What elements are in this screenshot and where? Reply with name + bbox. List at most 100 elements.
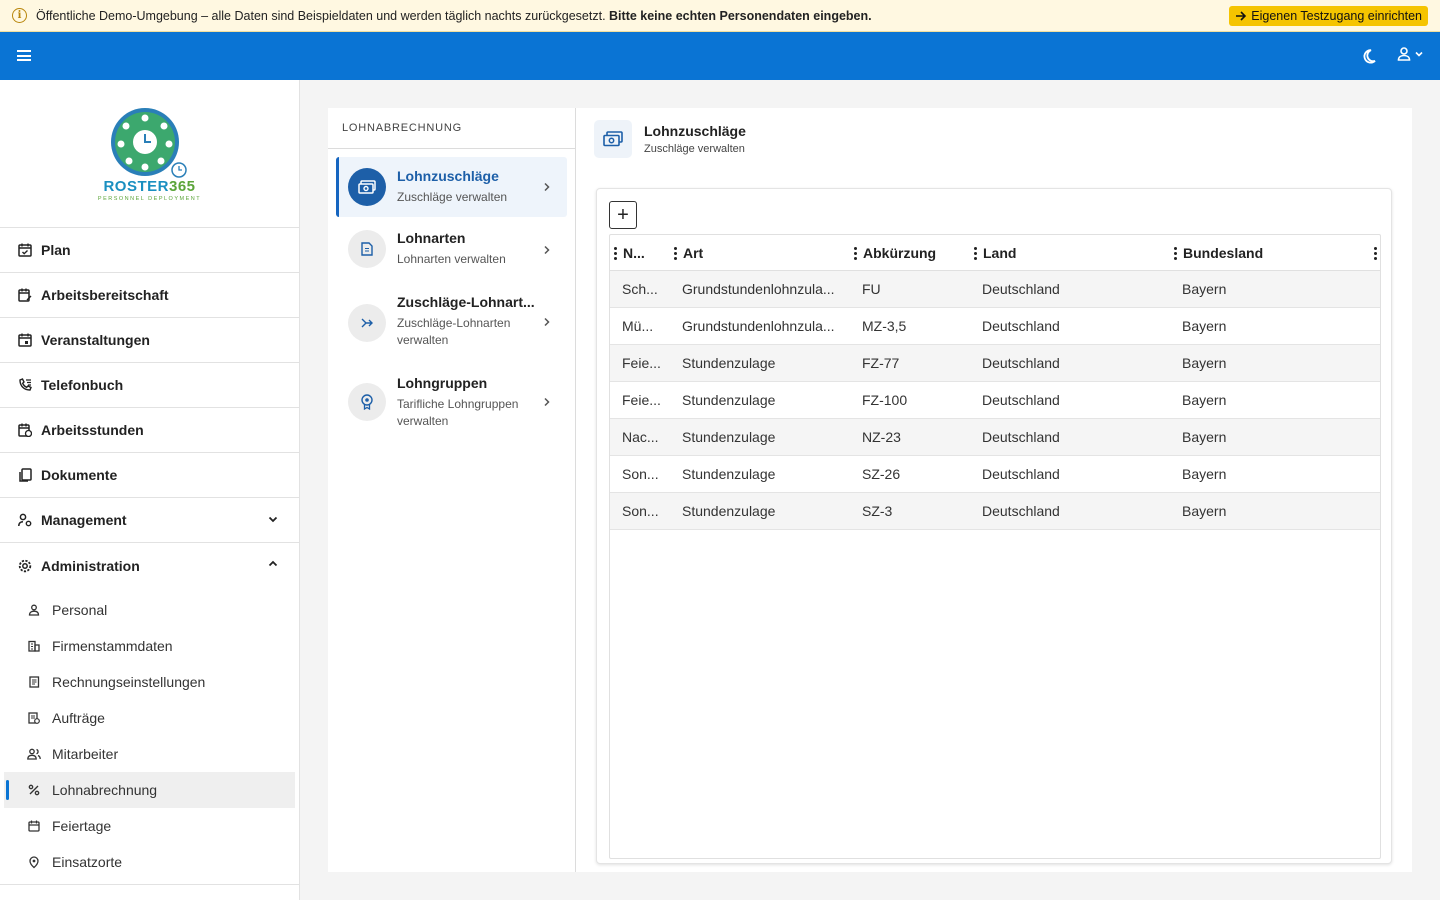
sidebar-item-management[interactable]: Management <box>0 498 299 543</box>
sidebar-item-arbeitsbereitschaft[interactable]: Arbeitsbereitschaft <box>0 273 299 318</box>
cell-art: Stundenzulage <box>682 503 776 519</box>
cell-land: Deutschland <box>982 355 1060 371</box>
cell-bundesland: Bayern <box>1182 281 1227 297</box>
sidebar-item-label: Management <box>41 512 127 528</box>
building-icon <box>27 639 41 653</box>
chevron-right-icon <box>544 182 550 192</box>
money-icon <box>594 120 632 158</box>
column-header-art[interactable]: Art <box>674 235 703 271</box>
sidebar-item-lohnabrechnung[interactable]: Lohnabrechnung <box>4 772 295 808</box>
user-menu-button[interactable] <box>1396 44 1428 64</box>
column-header-name[interactable]: N... <box>614 235 645 271</box>
menu-icon[interactable] <box>17 50 31 62</box>
subnav-item-lohnzuschlaege[interactable]: Lohnzuschläge Zuschläge verwalten <box>336 157 567 217</box>
column-menu-icon[interactable] <box>974 246 977 260</box>
user-icon <box>1397 47 1411 61</box>
add-button[interactable]: + <box>609 201 637 229</box>
user-gear-icon <box>17 512 33 528</box>
calendar-icon <box>17 332 33 348</box>
subnav-item-zuschlaege-lohnarten[interactable]: Zuschläge-Lohnart... Zuschläge-Lohnarten… <box>336 294 567 354</box>
subnav-item-lohngruppen[interactable]: Lohngruppen Tarifliche Lohngruppen verwa… <box>336 375 567 435</box>
cell-art: Stundenzulage <box>682 355 776 371</box>
table-row[interactable]: Feie... Stundenzulage FZ-100 Deutschland… <box>610 382 1380 419</box>
chevron-down-icon <box>1415 51 1423 57</box>
cell-abkuerzung: SZ-3 <box>862 503 893 519</box>
cell-art: Grundstundenlohnzula... <box>682 318 835 334</box>
administration-submenu: Personal Firmenstammdaten Rechnungseinst… <box>0 588 299 880</box>
column-menu-icon[interactable] <box>854 246 857 260</box>
column-menu-icon[interactable] <box>614 246 617 260</box>
subnav-item-subtitle: Zuschläge verwalten <box>397 190 508 204</box>
sidebar-item-feiertage[interactable]: Feiertage <box>4 808 295 844</box>
banner-message: Öffentliche Demo-Umgebung – alle Daten s… <box>36 9 872 23</box>
content-header: Lohnzuschläge Zuschläge verwalten <box>594 120 746 158</box>
cell-art: Grundstundenlohnzula... <box>682 281 835 297</box>
cell-abkuerzung: FZ-77 <box>862 355 900 371</box>
cell-bundesland: Bayern <box>1182 466 1227 482</box>
chevron-right-icon <box>544 317 550 327</box>
sidebar-item-plan[interactable]: Plan <box>0 228 299 273</box>
logo: ROSTER365 PERSONNEL DEPLOYMENT <box>0 80 299 228</box>
subnav-item-title: Lohngruppen <box>397 375 488 391</box>
documents-icon <box>17 467 33 483</box>
table-row[interactable]: Feie... Stundenzulage FZ-77 Deutschland … <box>610 345 1380 382</box>
sidebar-item-firmenstammdaten[interactable]: Firmenstammdaten <box>4 628 295 664</box>
sidebar-item-mitarbeiter[interactable]: Mitarbeiter <box>4 736 295 772</box>
column-header-bundesland[interactable]: Bundesland <box>1174 235 1263 271</box>
sidebar-item-dokumente[interactable]: Dokumente <box>0 453 299 498</box>
sidebar-item-arbeitsstunden[interactable]: Arbeitsstunden <box>0 408 299 453</box>
cell-land: Deutschland <box>982 281 1060 297</box>
moon-icon[interactable] <box>1360 47 1378 65</box>
table-row[interactable]: Mü... Grundstundenlohnzula... MZ-3,5 Deu… <box>610 308 1380 345</box>
sidebar-item-einsatzorte[interactable]: Einsatzorte <box>4 844 295 880</box>
sidebar-item-veranstaltungen[interactable]: Veranstaltungen <box>0 318 299 363</box>
sidebar-item-label: Veranstaltungen <box>41 332 150 348</box>
gear-icon <box>17 558 33 574</box>
logo-icon <box>110 107 187 178</box>
sidebar-item-label: Plan <box>41 242 71 258</box>
sidebar-item-rechnungseinstellungen[interactable]: Rechnungseinstellungen <box>4 664 295 700</box>
cell-bundesland: Bayern <box>1182 318 1227 334</box>
sidebar-item-label: Dokumente <box>41 467 118 483</box>
cell-land: Deutschland <box>982 429 1060 445</box>
table-row[interactable]: Son... Stundenzulage SZ-3 Deutschland Ba… <box>610 493 1380 530</box>
sidebar-item-personal[interactable]: Personal <box>4 592 295 628</box>
sidebar-item-label: Firmenstammdaten <box>52 638 173 654</box>
subnav-item-subtitle: Zuschläge-Lohnarten verwalten <box>397 316 511 347</box>
surcharges-table: N... Art Abkürzung Land Bundesland Sch..… <box>609 234 1381 859</box>
table-row[interactable]: Sch... Grundstundenlohnzula... FU Deutsc… <box>610 271 1380 308</box>
badge-icon <box>348 383 386 421</box>
subnav-item-title: Lohnarten <box>397 230 466 246</box>
subnav-item-title: Zuschläge-Lohnart... <box>397 294 535 310</box>
people-icon <box>27 747 41 761</box>
holiday-icon <box>27 819 41 833</box>
info-icon: i <box>12 8 27 23</box>
sidebar-item-auftraege[interactable]: Aufträge <box>4 700 295 736</box>
column-header-land[interactable]: Land <box>974 235 1016 271</box>
column-menu-icon[interactable] <box>1174 246 1177 260</box>
logo-tagline: PERSONNEL DEPLOYMENT <box>97 195 202 202</box>
cell-abkuerzung: NZ-23 <box>862 429 901 445</box>
table-row[interactable]: Nac... Stundenzulage NZ-23 Deutschland B… <box>610 419 1380 456</box>
location-icon <box>27 855 41 869</box>
column-header-abkuerzung[interactable]: Abkürzung <box>854 235 936 271</box>
sidebar-item-telefonbuch[interactable]: Telefonbuch <box>0 363 299 408</box>
cta-label: Eigenen Testzugang einrichten <box>1251 9 1422 23</box>
sidebar-item-label: Administration <box>41 557 140 574</box>
subnav-item-subtitle: Tarifliche Lohngruppen verwalten <box>397 397 519 428</box>
sidebar-item-label: Feiertage <box>52 818 112 834</box>
column-menu-icon[interactable] <box>674 246 677 260</box>
sidebar-item-label: Personal <box>52 602 108 618</box>
column-menu-icon[interactable] <box>1374 235 1380 271</box>
cell-name: Mü... <box>622 318 654 334</box>
surcharges-card: + N... Art Abkürzung Land Bundesland Sch… <box>596 188 1392 864</box>
cell-abkuerzung: MZ-3,5 <box>862 318 907 334</box>
cell-name: Son... <box>622 466 659 482</box>
sidebar-item-label: Telefonbuch <box>41 377 124 393</box>
create-test-account-button[interactable]: Eigenen Testzugang einrichten <box>1229 6 1428 26</box>
chevron-up-icon <box>268 560 278 567</box>
sidebar-item-administration[interactable]: Administration <box>0 543 299 588</box>
table-row[interactable]: Son... Stundenzulage SZ-26 Deutschland B… <box>610 456 1380 493</box>
page-title: Lohnzuschläge <box>644 123 746 139</box>
subnav-item-lohnarten[interactable]: Lohnarten Lohnarten verwalten <box>336 230 567 274</box>
